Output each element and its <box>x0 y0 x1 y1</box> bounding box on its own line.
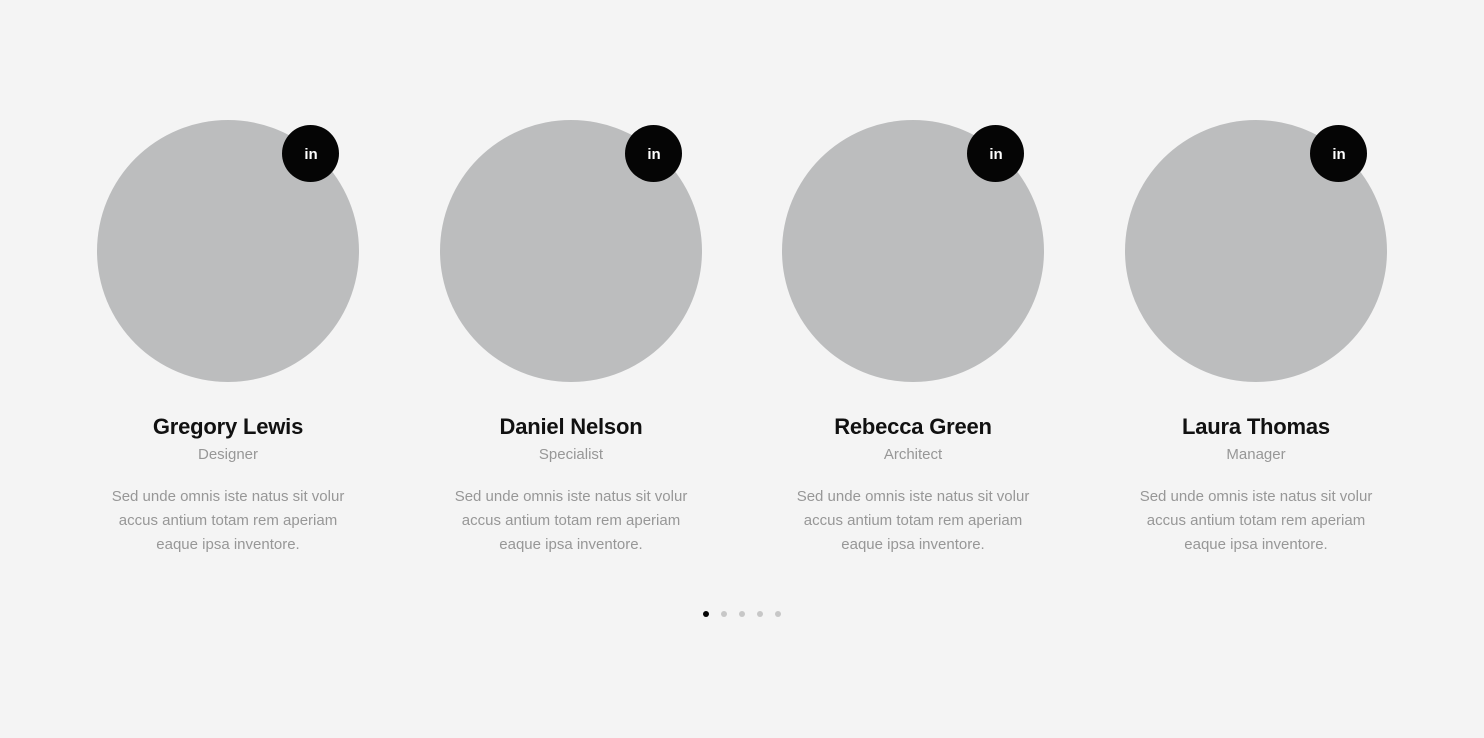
member-role: Specialist <box>538 446 604 463</box>
pagination-dot-4[interactable] <box>757 611 763 617</box>
member-name: Gregory Lewis <box>152 414 304 439</box>
member-bio: Sed unde omnis iste natus sit volur accu… <box>111 488 345 553</box>
team-member-card: in Gregory Lewis Designer Sed unde omnis… <box>97 120 359 557</box>
svg-text:in: in <box>647 146 660 163</box>
linkedin-icon: in <box>1332 146 1345 163</box>
member-photo-placeholder: in <box>1125 120 1387 382</box>
team-carousel: in Gregory Lewis Designer Sed unde omnis… <box>0 0 1484 738</box>
member-bio: Sed unde omnis iste natus sit volur accu… <box>1139 488 1373 553</box>
linkedin-button[interactable]: in <box>625 125 682 182</box>
member-bio: Sed unde omnis iste natus sit volur accu… <box>454 488 688 553</box>
team-member-card: in Rebecca Green Architect Sed unde omni… <box>782 120 1044 557</box>
svg-text:in: in <box>304 146 317 163</box>
member-photo-placeholder: in <box>440 120 702 382</box>
member-bio: Sed unde omnis iste natus sit volur accu… <box>796 488 1030 553</box>
linkedin-button[interactable]: in <box>967 125 1024 182</box>
team-member-card: in Daniel Nelson Specialist Sed unde omn… <box>440 120 702 557</box>
linkedin-icon: in <box>989 146 1002 163</box>
team-member-card: in Laura Thomas Manager Sed unde omnis i… <box>1125 120 1387 557</box>
linkedin-button[interactable]: in <box>1310 125 1367 182</box>
pagination-dot-1[interactable] <box>703 611 709 617</box>
member-name: Daniel Nelson <box>499 414 643 439</box>
carousel-pagination <box>703 611 781 617</box>
pagination-dot-3[interactable] <box>739 611 745 617</box>
svg-text:in: in <box>1332 146 1345 163</box>
svg-text:in: in <box>989 146 1002 163</box>
member-photo-placeholder: in <box>97 120 359 382</box>
member-name: Laura Thomas <box>1182 414 1330 439</box>
member-role: Manager <box>1226 446 1286 463</box>
member-role: Designer <box>197 446 259 463</box>
linkedin-icon: in <box>304 146 317 163</box>
pagination-dot-5[interactable] <box>775 611 781 617</box>
member-role: Architect <box>883 446 943 463</box>
linkedin-icon: in <box>647 146 660 163</box>
member-photo-placeholder: in <box>782 120 1044 382</box>
member-name: Rebecca Green <box>834 414 992 439</box>
pagination-dot-2[interactable] <box>721 611 727 617</box>
linkedin-button[interactable]: in <box>282 125 339 182</box>
